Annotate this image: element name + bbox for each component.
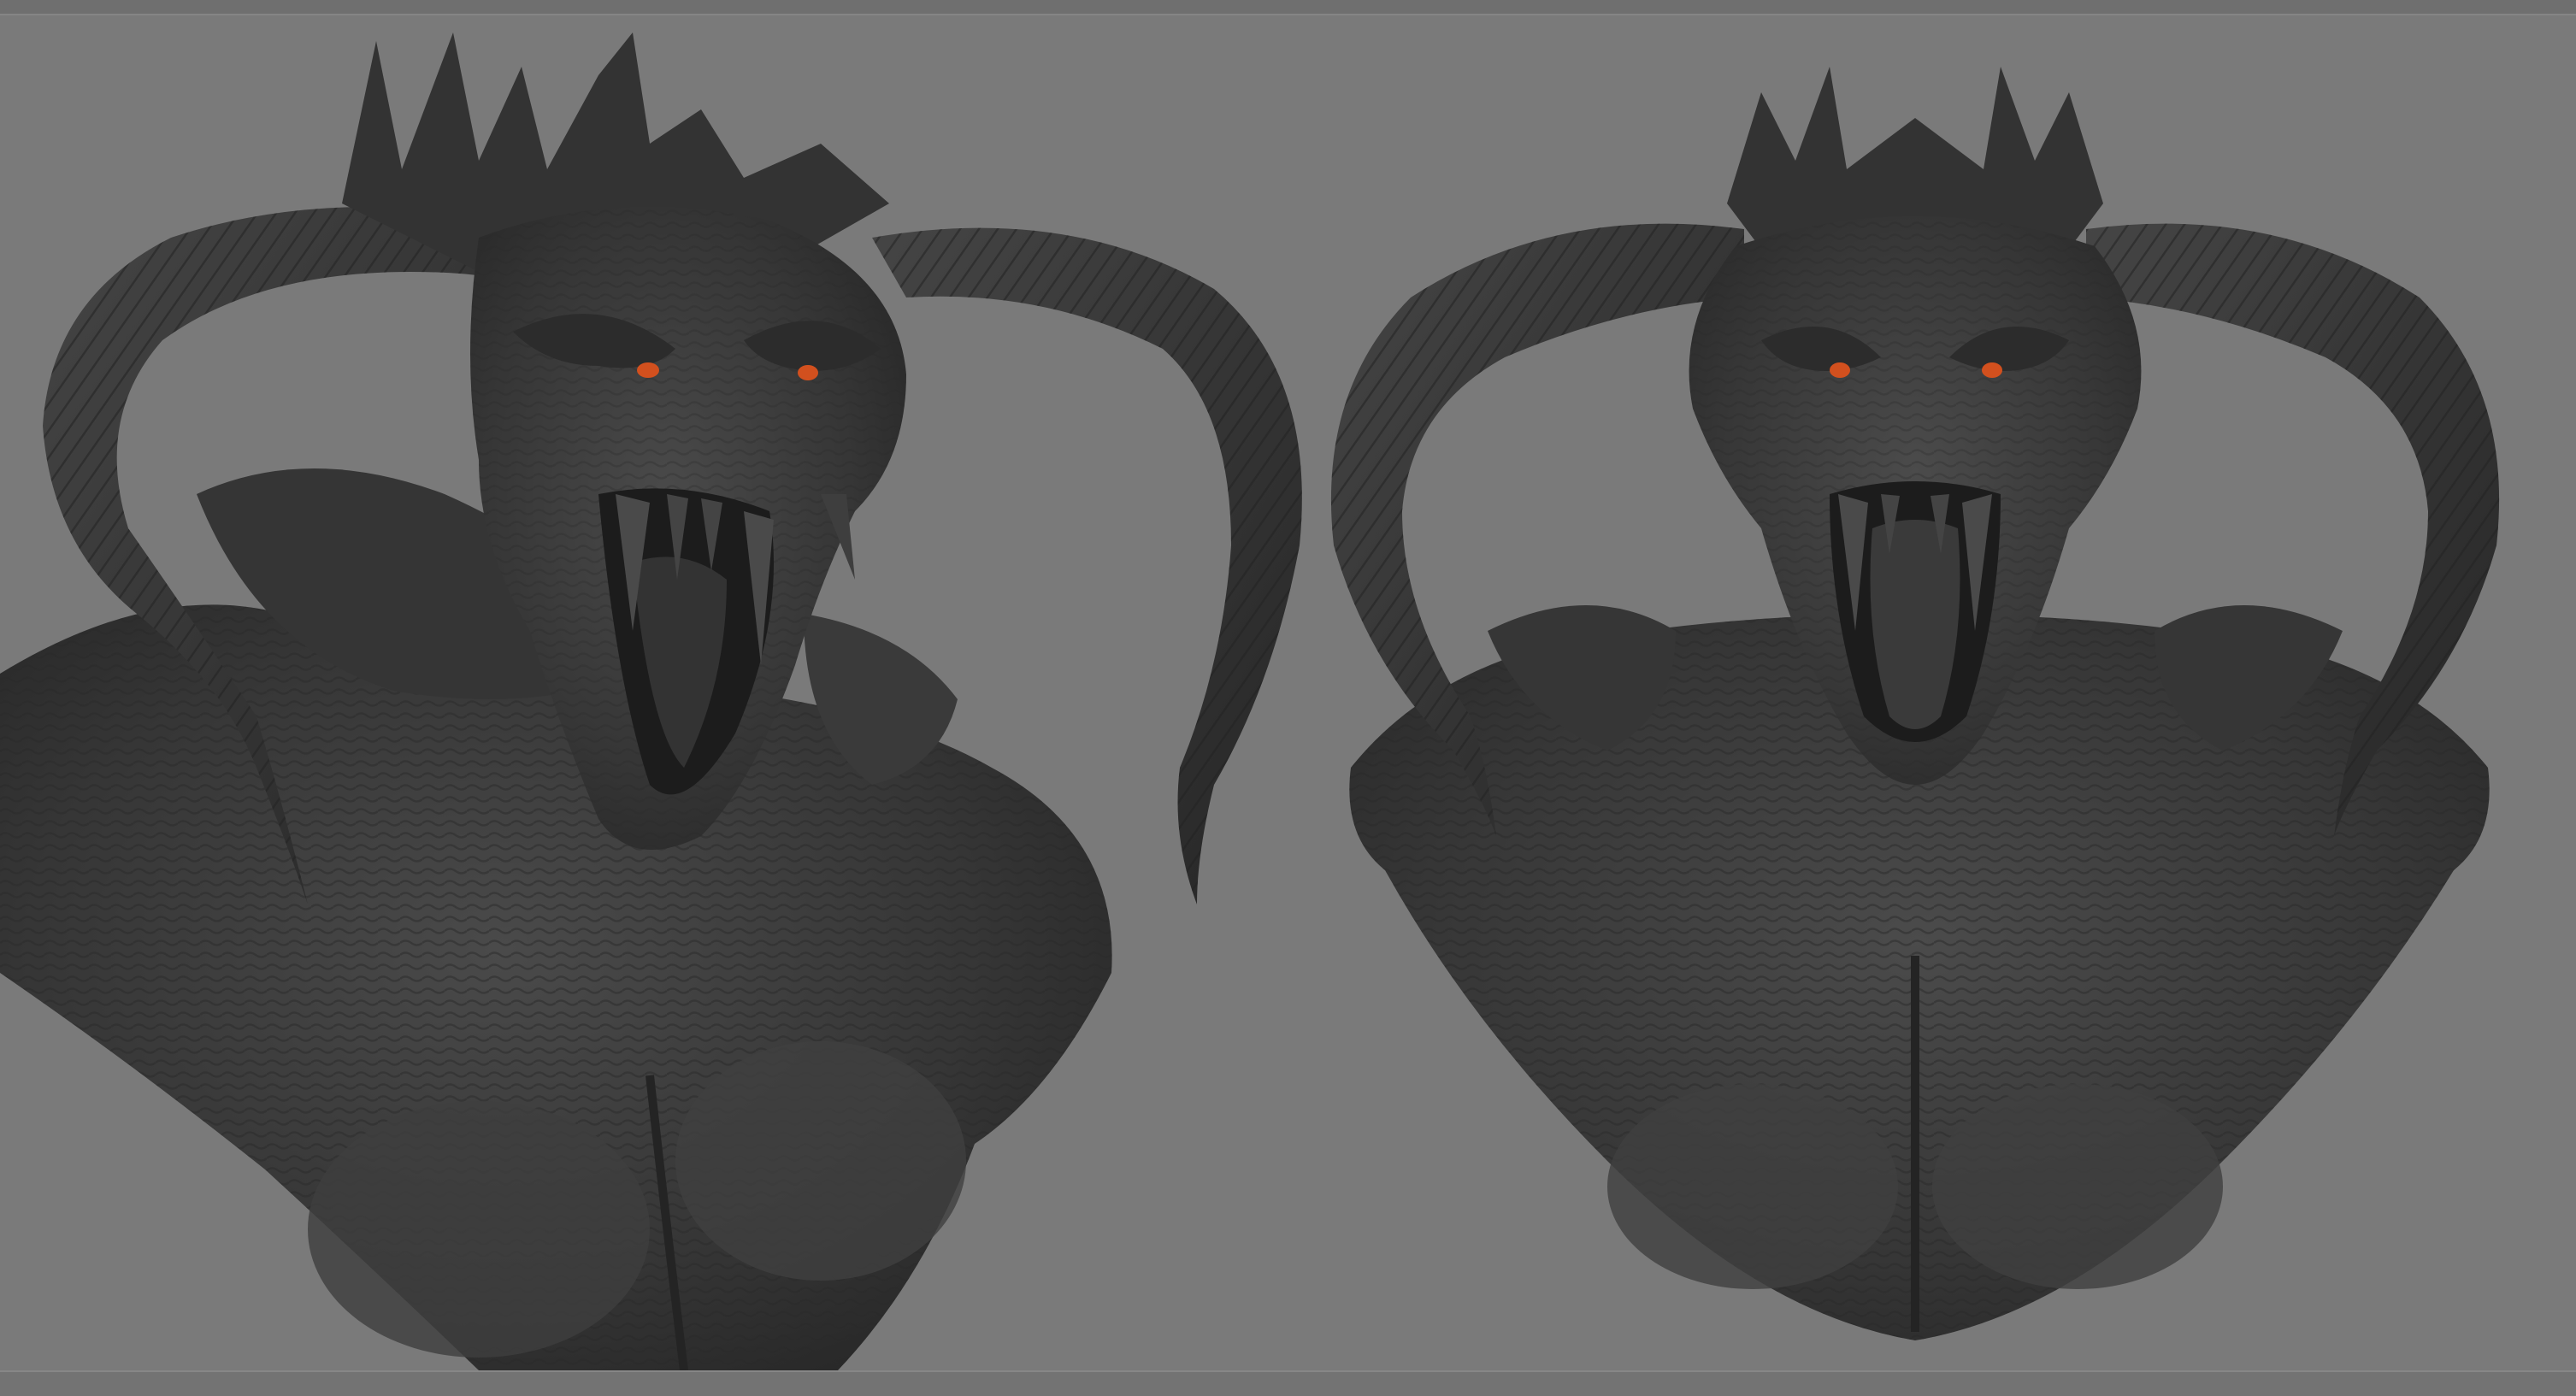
demon-bust-three-quarter-view[interactable]: [0, 32, 1302, 1370]
right-eye: [798, 365, 818, 380]
viewport-bottom-frame: [0, 1370, 2576, 1396]
demon-bust-front-view[interactable]: [1330, 67, 2500, 1340]
sculpt-viewport[interactable]: [0, 0, 2576, 1396]
right-eye: [1982, 362, 2002, 378]
left-eye: [1830, 362, 1850, 378]
render-surface: [0, 32, 2500, 1370]
document-canvas[interactable]: [0, 15, 2576, 1370]
left-eye: [637, 362, 659, 378]
viewport-top-frame: [0, 0, 2576, 15]
